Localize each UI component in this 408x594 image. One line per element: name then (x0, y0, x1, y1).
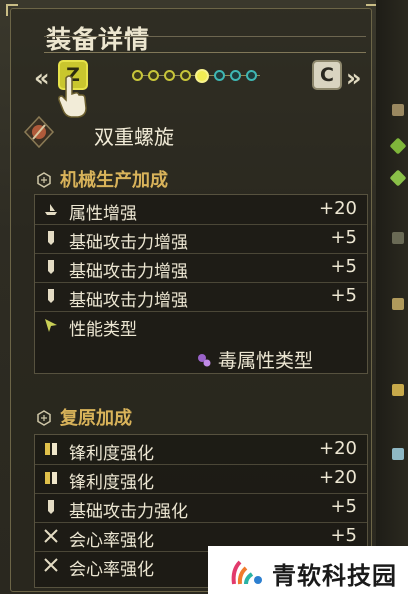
page-dot[interactable] (230, 70, 241, 81)
prev-page-arrow[interactable]: « (34, 64, 50, 92)
list-item-label: 性能类型 (69, 320, 137, 340)
hand-cursor-icon (58, 75, 87, 118)
list-item-label: 基础攻击力增强 (69, 262, 188, 282)
page-dot[interactable] (214, 70, 225, 81)
page-dot[interactable] (164, 70, 175, 81)
weapon-icon (23, 115, 55, 149)
side-item-icon[interactable] (392, 298, 404, 310)
list-item-value: +5 (330, 285, 357, 306)
list-item-value: +5 (330, 256, 357, 277)
equipment-divider (44, 36, 366, 37)
list-item[interactable]: 基础攻击力增强 +5 (35, 282, 367, 312)
sword-icon (48, 500, 54, 514)
side-item-icon[interactable] (392, 232, 404, 244)
list-item[interactable]: 锋利度强化 +20 (35, 464, 367, 494)
performance-type-value: 毒属性类型 (196, 346, 313, 373)
sword-icon (48, 260, 54, 274)
list-item-value: +5 (330, 227, 357, 248)
list-item-label: 会心率强化 (69, 531, 154, 551)
list-item-label: 属性增强 (69, 204, 137, 224)
watermark-text: 青软科技园 (272, 562, 397, 590)
list-item[interactable]: 属性增强 +20 (35, 195, 367, 225)
section-title-text: 复原加成 (60, 408, 132, 429)
poison-element-icon (198, 354, 211, 367)
list-item[interactable]: 锋利度强化 +20 (35, 435, 367, 465)
sword-icon (48, 231, 54, 245)
title-divider (44, 52, 366, 53)
sharpness-icon (45, 443, 57, 455)
section-title: 机械生产加成 (36, 166, 168, 192)
list-item[interactable]: 基础攻击力增强 +5 (35, 253, 367, 283)
list-item-label: 基础攻击力强化 (69, 502, 188, 522)
page-dot[interactable] (180, 70, 191, 81)
next-page-arrow[interactable]: » (346, 64, 362, 92)
list-item[interactable]: 基础攻击力强化 +5 (35, 493, 367, 523)
equipment-header: 双重螺旋 (20, 113, 366, 153)
side-item-icon[interactable] (392, 104, 404, 116)
page-title: 装备详情 (46, 25, 151, 54)
watermark-logo-icon (231, 560, 262, 585)
list-item[interactable]: 基础攻击力增强 +5 (35, 224, 367, 254)
crit-icon (44, 558, 58, 572)
page-dot[interactable] (132, 70, 143, 81)
ship-icon (45, 204, 57, 215)
list-item-value: +20 (319, 438, 357, 459)
hexagon-icon (37, 172, 51, 188)
arrow-icon (45, 319, 57, 332)
list-item-value: +20 (319, 467, 357, 488)
equipment-name: 双重螺旋 (94, 125, 174, 149)
list-item-label: 会心率强化 (69, 560, 154, 580)
list-item-value: +5 (330, 525, 357, 546)
list-item-label: 基础攻击力增强 (69, 233, 188, 253)
section-title-text: 机械生产加成 (60, 170, 168, 191)
page-dot-active[interactable] (195, 69, 209, 83)
sharpness-icon (45, 472, 57, 484)
list-item-label: 锋利度强化 (69, 444, 154, 464)
crit-icon (44, 529, 58, 543)
page-dot[interactable] (246, 70, 257, 81)
side-item-icon[interactable] (392, 448, 404, 460)
section-title: 复原加成 (36, 404, 132, 430)
sword-icon (48, 289, 54, 303)
page-dot[interactable] (148, 70, 159, 81)
list-item-value: +20 (319, 198, 357, 219)
hexagon-icon (37, 410, 51, 426)
list-item-label: 基础攻击力增强 (69, 291, 188, 311)
performance-type-text: 毒属性类型 (218, 350, 314, 372)
list-item-label: 锋利度强化 (69, 473, 154, 493)
side-panel-strip (376, 0, 408, 594)
frame-corner-top-left (6, 4, 18, 16)
side-item-icon[interactable] (392, 384, 404, 396)
list-item[interactable]: 性能类型 (35, 311, 367, 340)
next-key-button[interactable]: C (312, 60, 342, 90)
list-item-value: +5 (330, 496, 357, 517)
